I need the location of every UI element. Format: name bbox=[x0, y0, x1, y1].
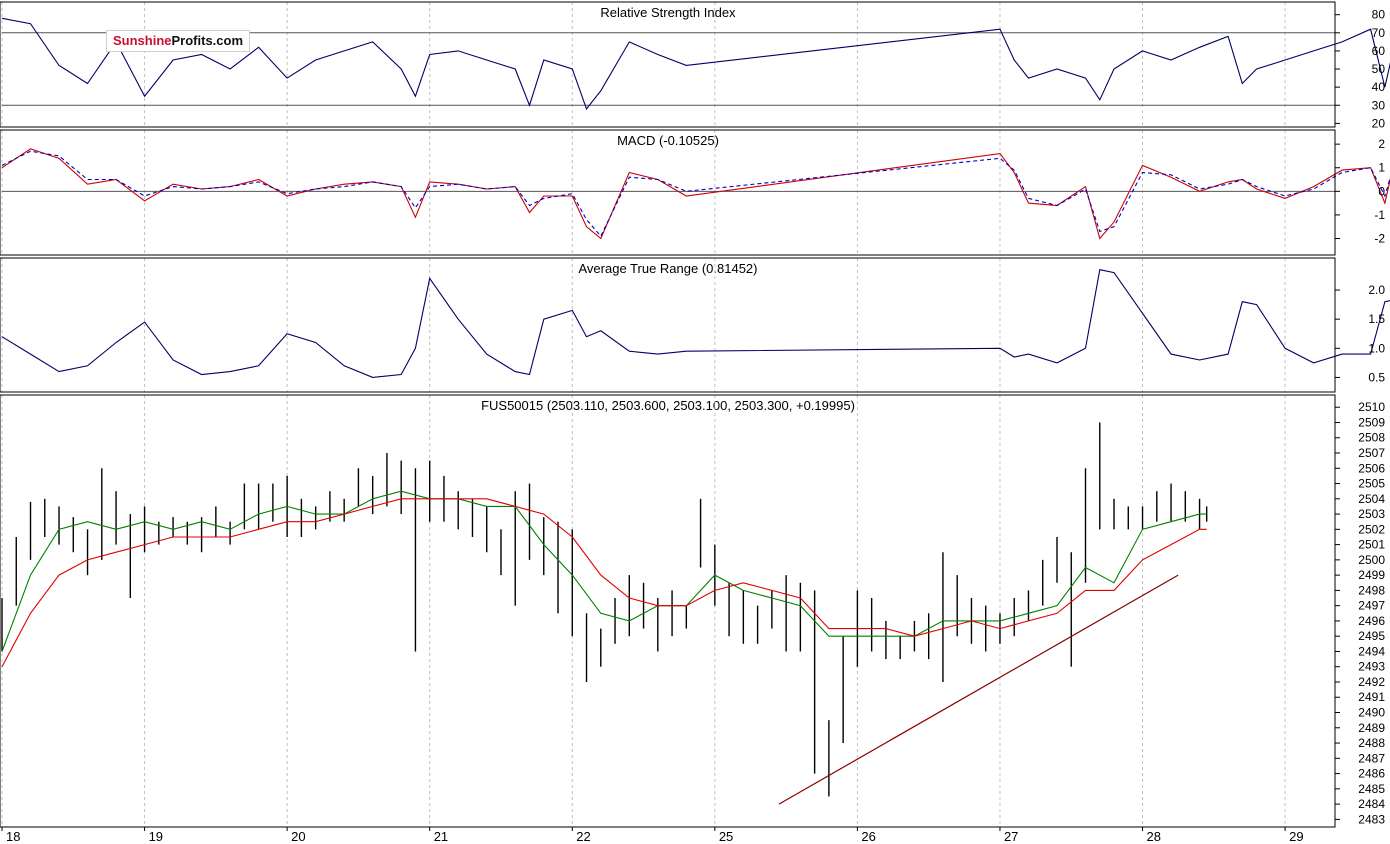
x-tick-label-7: 27 bbox=[1004, 829, 1018, 844]
panel1-ytick-label-3: 1 bbox=[1378, 161, 1385, 175]
chart-root: Relative Strength Index MACD (-0.10525) … bbox=[0, 0, 1390, 844]
panel3-ytick-label-7: 2490 bbox=[1358, 706, 1385, 720]
x-tick-label-8: 28 bbox=[1147, 829, 1161, 844]
x-tick-label-1: 19 bbox=[149, 829, 163, 844]
panel3-ytick-label-24: 2507 bbox=[1358, 446, 1385, 460]
panel0-ytick-label-6: 80 bbox=[1372, 8, 1386, 22]
panel3-ytick-label-23: 2506 bbox=[1358, 461, 1385, 475]
panel3-ytick-label-14: 2497 bbox=[1358, 599, 1385, 613]
sunshine-profits-logo: SunshineProfits.com bbox=[106, 30, 251, 52]
panel3-ytick-label-15: 2498 bbox=[1358, 583, 1385, 597]
panel0-ytick-label-5: 70 bbox=[1372, 26, 1386, 40]
x-tick-label-5: 25 bbox=[719, 829, 733, 844]
chart-svg: Relative Strength Index MACD (-0.10525) … bbox=[0, 0, 1390, 844]
panel3-ytick-label-9: 2492 bbox=[1358, 675, 1385, 689]
panel1-ytick-label-4: 2 bbox=[1378, 137, 1385, 151]
panel3-ytick-label-22: 2505 bbox=[1358, 477, 1385, 491]
panel3-ytick-label-3: 2486 bbox=[1358, 767, 1385, 781]
panel3-ytick-label-21: 2504 bbox=[1358, 492, 1385, 506]
atr-title: Average True Range (0.81452) bbox=[579, 261, 758, 276]
panel3-ytick-label-5: 2488 bbox=[1358, 736, 1385, 750]
panel3-ytick-label-4: 2487 bbox=[1358, 751, 1385, 765]
panel1-ytick-label-1: -1 bbox=[1374, 208, 1385, 222]
panel3-ytick-label-11: 2494 bbox=[1358, 644, 1385, 658]
panel3-ytick-label-16: 2499 bbox=[1358, 568, 1385, 582]
panel3-ytick-label-10: 2493 bbox=[1358, 660, 1385, 674]
price-title: FUS50015 (2503.110, 2503.600, 2503.100, … bbox=[481, 398, 855, 413]
panel3-ytick-label-27: 2510 bbox=[1358, 400, 1385, 414]
panel2-ytick-label-3: 2.0 bbox=[1368, 283, 1385, 297]
panel0-ytick-label-1: 30 bbox=[1372, 98, 1386, 112]
x-tick-label-4: 22 bbox=[576, 829, 590, 844]
panel3-ytick-label-1: 2484 bbox=[1358, 797, 1385, 811]
panel3-ytick-label-25: 2508 bbox=[1358, 431, 1385, 445]
macd-title: MACD (-0.10525) bbox=[617, 133, 719, 148]
panel2-ytick-label-0: 0.5 bbox=[1368, 370, 1385, 384]
panel2-ytick-label-2: 1.5 bbox=[1368, 312, 1385, 326]
logo-part-profits: Profits.com bbox=[171, 33, 244, 48]
panel3-ytick-label-13: 2496 bbox=[1358, 614, 1385, 628]
logo-part-sunshine: Sunshine bbox=[113, 33, 172, 48]
x-tick-label-2: 20 bbox=[291, 829, 305, 844]
panel1-ytick-label-0: -2 bbox=[1374, 231, 1385, 245]
panel0-ytick-label-0: 20 bbox=[1372, 116, 1386, 130]
panel1-ytick-label-2: 0 bbox=[1378, 184, 1385, 198]
x-tick-label-9: 29 bbox=[1289, 829, 1303, 844]
panel3-ytick-label-19: 2502 bbox=[1358, 522, 1385, 536]
panel0-ytick-label-2: 40 bbox=[1372, 80, 1386, 94]
panel3-ytick-label-18: 2501 bbox=[1358, 538, 1385, 552]
x-tick-label-6: 26 bbox=[861, 829, 875, 844]
panel3-ytick-label-6: 2489 bbox=[1358, 721, 1385, 735]
x-tick-label-3: 21 bbox=[434, 829, 448, 844]
panel2-ytick-label-1: 1.0 bbox=[1368, 341, 1385, 355]
rsi-title: Relative Strength Index bbox=[600, 5, 736, 20]
x-tick-label-0: 18 bbox=[6, 829, 20, 844]
panel3-ytick-label-2: 2485 bbox=[1358, 782, 1385, 796]
panel3-ytick-label-20: 2503 bbox=[1358, 507, 1385, 521]
panel3-ytick-label-8: 2491 bbox=[1358, 690, 1385, 704]
panel0-ytick-label-3: 50 bbox=[1372, 62, 1386, 76]
panel3-ytick-label-0: 2483 bbox=[1358, 812, 1385, 826]
panel0-ytick-label-4: 60 bbox=[1372, 44, 1386, 58]
panel3-ytick-label-12: 2495 bbox=[1358, 629, 1385, 643]
panel3-ytick-label-26: 2509 bbox=[1358, 415, 1385, 429]
panel3-ytick-label-17: 2500 bbox=[1358, 553, 1385, 567]
